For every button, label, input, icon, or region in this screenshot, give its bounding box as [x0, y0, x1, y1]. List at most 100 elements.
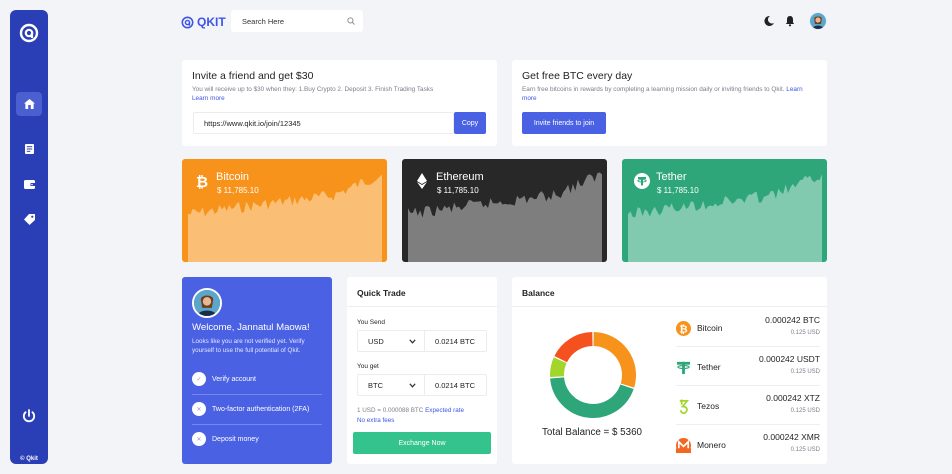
sidebar-item-wallet[interactable]: [16, 172, 42, 196]
get-amount-input[interactable]: 0.0214 BTC: [425, 375, 486, 395]
tether-sparkline: [628, 174, 822, 262]
search-input[interactable]: [242, 16, 347, 26]
coin-name: Ethereum: [436, 171, 484, 183]
asset-amount: 0.000242 XMR: [763, 432, 820, 442]
coin-card-bitcoin[interactable]: ₿ Bitcoin $ 11,785.10: [182, 159, 387, 262]
coin-price: $ 11,785.10: [657, 186, 699, 195]
user-avatar[interactable]: [809, 12, 827, 30]
tether-icon: [676, 361, 691, 375]
sidebar: © Qkit: [10, 10, 48, 464]
close-icon: ✕: [192, 402, 206, 416]
bitcoin-icon: ₿: [196, 173, 208, 189]
no-extra-fees-text: No extra fees: [357, 416, 395, 424]
check-icon: ✓: [192, 372, 206, 386]
home-icon: [23, 99, 35, 109]
get-currency-value: BTC: [368, 380, 383, 390]
coin-price: $ 11,785.10: [217, 186, 259, 195]
tag-icon: [23, 213, 35, 225]
balance-row-tether[interactable]: Tether 0.000242 USDT 0.125 USD: [676, 348, 820, 386]
invite-friends-button[interactable]: Invite friends to join: [522, 112, 606, 134]
asset-usd: 0.125 USD: [790, 447, 820, 453]
step-two-factor[interactable]: ✕ Two-factor authentication (2FA): [192, 401, 322, 417]
avatar-image-icon: [810, 13, 826, 29]
balance-donut-chart: [550, 332, 636, 418]
divider: [192, 394, 322, 395]
sidebar-item-home[interactable]: [16, 92, 42, 116]
chevron-down-icon: [409, 338, 416, 344]
document-icon: [24, 144, 34, 154]
chevron-down-icon: [409, 382, 416, 388]
asset-usd: 0.125 USD: [790, 408, 820, 414]
send-amount-input[interactable]: 0.0214 BTC: [425, 331, 486, 351]
asset-usd: 0.125 USD: [790, 330, 820, 336]
step-deposit-money[interactable]: ✕ Deposit money: [192, 431, 322, 447]
send-field: USD 0.0214 BTC: [357, 330, 487, 352]
asset-usd: 0.125 USD: [790, 369, 820, 375]
sidebar-item-reports[interactable]: [16, 137, 42, 161]
svg-text:₿: ₿: [196, 173, 208, 189]
balance-row-tezos[interactable]: Tezos 0.000242 XTZ 0.125 USD: [676, 387, 820, 425]
send-currency-select[interactable]: USD: [358, 331, 425, 351]
step-label: Two-factor authentication (2FA): [212, 405, 310, 413]
copyright-text: © Qkit: [20, 456, 38, 462]
welcome-card: Welcome, Jannatul Maowa! Looks like you …: [182, 277, 332, 464]
exchange-now-button[interactable]: Exchange Now: [353, 432, 491, 454]
sidebar-item-tags[interactable]: [16, 207, 42, 231]
welcome-title: Welcome, Jannatul Maowa!: [192, 322, 310, 333]
balance-row-monero[interactable]: Monero 0.000242 XMR 0.125 USD: [676, 426, 820, 464]
balance-card: Balance Total Balance = $ 5360 ₿ Bitcoin…: [512, 277, 827, 464]
balance-row-bitcoin[interactable]: ₿ Bitcoin 0.000242 BTC 0.125 USD: [676, 309, 820, 347]
wallet-icon: [23, 179, 35, 189]
invite-desc-text: You will receive up to $30 when they: 1.…: [192, 86, 434, 93]
step-label: Deposit money: [212, 435, 259, 443]
search-box[interactable]: [231, 10, 363, 32]
asset-name: Tezos: [697, 401, 720, 411]
donut-segment: [554, 332, 593, 363]
svg-text:₿: ₿: [679, 323, 687, 335]
welcome-description: Looks like you are not verified yet. Ver…: [192, 338, 305, 354]
welcome-avatar: [192, 288, 222, 318]
divider: [192, 424, 322, 425]
coin-price: $ 11,785.10: [437, 186, 479, 195]
get-currency-select[interactable]: BTC: [358, 375, 425, 395]
bell-icon[interactable]: [784, 15, 796, 27]
asset-name: Monero: [697, 440, 726, 450]
asset-amount: 0.000242 XTZ: [766, 393, 820, 403]
asset-name: Tether: [697, 362, 721, 372]
step-verify-account[interactable]: ✓ Verify account: [192, 371, 322, 387]
get-field: BTC 0.0214 BTC: [357, 374, 487, 396]
invite-title: Invite a friend and get $30: [192, 70, 314, 82]
quick-trade-title: Quick Trade: [357, 288, 406, 298]
search-icon[interactable]: [347, 17, 355, 25]
brand[interactable]: QKIT: [181, 14, 226, 30]
rate-text: 1 USD = 0.000088 BTC: [357, 407, 424, 414]
balance-title: Balance: [522, 288, 555, 298]
coin-card-ethereum[interactable]: Ethereum $ 11,785.10: [402, 159, 607, 262]
tether-icon: [634, 173, 650, 189]
free-btc-desc-text: Earn free bitcoins in rewards by complet…: [522, 86, 785, 93]
moon-icon[interactable]: [763, 15, 775, 27]
qkit-logo-icon[interactable]: [19, 23, 39, 43]
power-icon[interactable]: [21, 408, 37, 424]
asset-name: Bitcoin: [697, 323, 723, 333]
ethereum-icon: [417, 173, 427, 189]
step-label: Verify account: [212, 375, 256, 383]
copy-button[interactable]: Copy: [454, 112, 486, 134]
rate-info: 1 USD = 0.000088 BTC Expected rate No ex…: [357, 406, 464, 425]
you-send-label: You Send: [357, 319, 385, 326]
monero-icon: [676, 438, 691, 453]
coin-name: Tether: [656, 171, 687, 183]
bitcoin-icon: ₿: [676, 321, 691, 336]
referral-url-field[interactable]: https://www.qkit.io/join/12345: [193, 112, 454, 134]
invite-learn-more-link[interactable]: Learn more: [192, 95, 225, 102]
coin-name: Bitcoin: [216, 171, 250, 183]
quick-trade-card: Quick Trade You Send USD 0.0214 BTC You …: [347, 277, 497, 464]
bitcoin-sparkline: [188, 174, 382, 262]
expected-rate-link[interactable]: Expected rate: [425, 407, 464, 414]
divider: [347, 306, 497, 307]
avatar-image-icon: [194, 290, 220, 316]
total-balance: Total Balance = $ 5360: [542, 427, 642, 438]
send-currency-value: USD: [368, 336, 384, 346]
free-btc-title: Get free BTC every day: [522, 70, 633, 82]
coin-card-tether[interactable]: Tether $ 11,785.10: [622, 159, 827, 262]
